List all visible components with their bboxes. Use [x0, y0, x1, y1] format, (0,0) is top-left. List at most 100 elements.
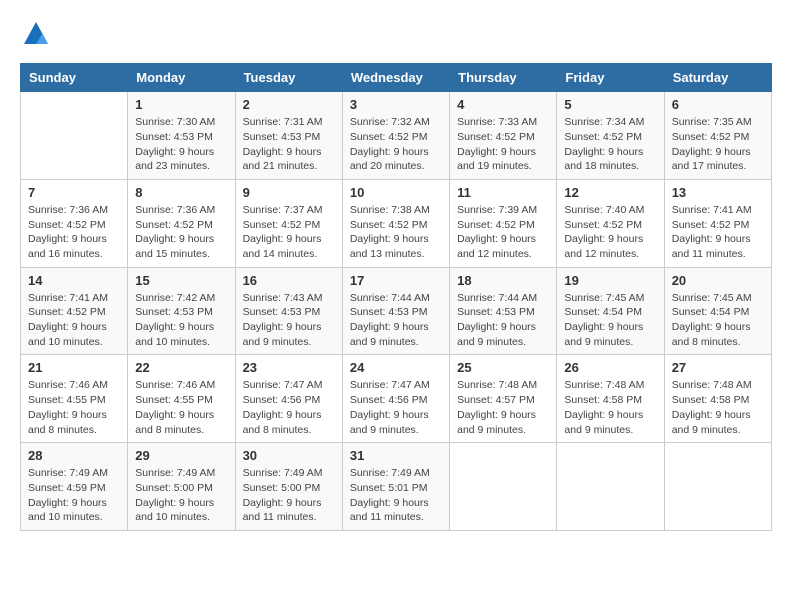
day-number: 12 [564, 185, 656, 200]
day-info: Sunrise: 7:48 AM Sunset: 4:57 PM Dayligh… [457, 378, 549, 437]
day-number: 26 [564, 360, 656, 375]
calendar-cell: 18 Sunrise: 7:44 AM Sunset: 4:53 PM Dayli… [450, 267, 557, 355]
day-number: 30 [243, 448, 335, 463]
day-number: 23 [243, 360, 335, 375]
day-number: 7 [28, 185, 120, 200]
day-info: Sunrise: 7:30 AM Sunset: 4:53 PM Dayligh… [135, 115, 227, 174]
day-info: Sunrise: 7:45 AM Sunset: 4:54 PM Dayligh… [672, 291, 764, 350]
calendar-cell: 20 Sunrise: 7:45 AM Sunset: 4:54 PM Dayli… [664, 267, 771, 355]
day-number: 21 [28, 360, 120, 375]
day-info: Sunrise: 7:38 AM Sunset: 4:52 PM Dayligh… [350, 203, 442, 262]
calendar-week-2: 7 Sunrise: 7:36 AM Sunset: 4:52 PM Daylig… [21, 179, 772, 267]
calendar-cell: 21 Sunrise: 7:46 AM Sunset: 4:55 PM Dayli… [21, 355, 128, 443]
calendar-cell: 5 Sunrise: 7:34 AM Sunset: 4:52 PM Daylig… [557, 92, 664, 180]
day-number: 9 [243, 185, 335, 200]
day-number: 4 [457, 97, 549, 112]
day-number: 8 [135, 185, 227, 200]
header-wednesday: Wednesday [342, 64, 449, 92]
day-info: Sunrise: 7:46 AM Sunset: 4:55 PM Dayligh… [28, 378, 120, 437]
calendar-cell: 8 Sunrise: 7:36 AM Sunset: 4:52 PM Daylig… [128, 179, 235, 267]
calendar-cell: 7 Sunrise: 7:36 AM Sunset: 4:52 PM Daylig… [21, 179, 128, 267]
page-header [20, 20, 772, 53]
day-number: 1 [135, 97, 227, 112]
day-number: 15 [135, 273, 227, 288]
calendar-table: SundayMondayTuesdayWednesdayThursdayFrid… [20, 63, 772, 531]
day-info: Sunrise: 7:32 AM Sunset: 4:52 PM Dayligh… [350, 115, 442, 174]
calendar-cell: 14Sunrise: 7:41 AM Sunset: 4:52 PM Dayli… [21, 267, 128, 355]
calendar-cell: 23Sunrise: 7:47 AM Sunset: 4:56 PM Dayli… [235, 355, 342, 443]
calendar-cell: 22Sunrise: 7:46 AM Sunset: 4:55 PM Dayli… [128, 355, 235, 443]
calendar-week-4: 21 Sunrise: 7:46 AM Sunset: 4:55 PM Dayli… [21, 355, 772, 443]
day-number: 14 [28, 273, 120, 288]
day-info: Sunrise: 7:34 AM Sunset: 4:52 PM Dayligh… [564, 115, 656, 174]
header-friday: Friday [557, 64, 664, 92]
calendar-header-row: SundayMondayTuesdayWednesdayThursdayFrid… [21, 64, 772, 92]
day-info: Sunrise: 7:43 AM Sunset: 4:53 PM Dayligh… [243, 291, 335, 350]
calendar-cell: 1 Sunrise: 7:30 AM Sunset: 4:53 PM Daylig… [128, 92, 235, 180]
logo-icon [22, 20, 50, 48]
day-number: 20 [672, 273, 764, 288]
day-number: 5 [564, 97, 656, 112]
calendar-cell: 13 Sunrise: 7:41 AM Sunset: 4:52 PM Dayli… [664, 179, 771, 267]
day-number: 24 [350, 360, 442, 375]
day-number: 29 [135, 448, 227, 463]
day-info: Sunrise: 7:36 AM Sunset: 4:52 PM Dayligh… [135, 203, 227, 262]
header-sunday: Sunday [21, 64, 128, 92]
day-number: 10 [350, 185, 442, 200]
day-number: 25 [457, 360, 549, 375]
logo [20, 20, 50, 53]
calendar-cell: 10 Sunrise: 7:38 AM Sunset: 4:52 PM Dayli… [342, 179, 449, 267]
day-info: Sunrise: 7:49 AM Sunset: 5:00 PM Dayligh… [135, 466, 227, 525]
day-info: Sunrise: 7:41 AM Sunset: 4:52 PM Dayligh… [672, 203, 764, 262]
day-number: 13 [672, 185, 764, 200]
day-info: Sunrise: 7:44 AM Sunset: 4:53 PM Dayligh… [457, 291, 549, 350]
day-info: Sunrise: 7:31 AM Sunset: 4:53 PM Dayligh… [243, 115, 335, 174]
day-info: Sunrise: 7:48 AM Sunset: 4:58 PM Dayligh… [564, 378, 656, 437]
calendar-cell: 24Sunrise: 7:47 AM Sunset: 4:56 PM Dayli… [342, 355, 449, 443]
day-number: 27 [672, 360, 764, 375]
calendar-cell: 12 Sunrise: 7:40 AM Sunset: 4:52 PM Dayli… [557, 179, 664, 267]
day-number: 28 [28, 448, 120, 463]
calendar-cell: 6 Sunrise: 7:35 AM Sunset: 4:52 PM Daylig… [664, 92, 771, 180]
day-info: Sunrise: 7:48 AM Sunset: 4:58 PM Dayligh… [672, 378, 764, 437]
day-number: 16 [243, 273, 335, 288]
day-info: Sunrise: 7:33 AM Sunset: 4:52 PM Dayligh… [457, 115, 549, 174]
day-info: Sunrise: 7:37 AM Sunset: 4:52 PM Dayligh… [243, 203, 335, 262]
header-saturday: Saturday [664, 64, 771, 92]
day-info: Sunrise: 7:45 AM Sunset: 4:54 PM Dayligh… [564, 291, 656, 350]
calendar-week-1: 1 Sunrise: 7:30 AM Sunset: 4:53 PM Daylig… [21, 92, 772, 180]
day-number: 22 [135, 360, 227, 375]
calendar-cell: 4 Sunrise: 7:33 AM Sunset: 4:52 PM Daylig… [450, 92, 557, 180]
calendar-week-3: 14Sunrise: 7:41 AM Sunset: 4:52 PM Dayli… [21, 267, 772, 355]
day-number: 3 [350, 97, 442, 112]
calendar-cell: 17 Sunrise: 7:44 AM Sunset: 4:53 PM Dayli… [342, 267, 449, 355]
calendar-cell: 28Sunrise: 7:49 AM Sunset: 4:59 PM Dayli… [21, 443, 128, 531]
calendar-cell: 31 Sunrise: 7:49 AM Sunset: 5:01 PM Dayli… [342, 443, 449, 531]
calendar-cell: 29 Sunrise: 7:49 AM Sunset: 5:00 PM Dayli… [128, 443, 235, 531]
calendar-cell: 30 Sunrise: 7:49 AM Sunset: 5:00 PM Dayli… [235, 443, 342, 531]
day-number: 2 [243, 97, 335, 112]
day-number: 18 [457, 273, 549, 288]
header-thursday: Thursday [450, 64, 557, 92]
day-info: Sunrise: 7:49 AM Sunset: 5:00 PM Dayligh… [243, 466, 335, 525]
calendar-cell [450, 443, 557, 531]
header-tuesday: Tuesday [235, 64, 342, 92]
day-number: 31 [350, 448, 442, 463]
day-info: Sunrise: 7:49 AM Sunset: 5:01 PM Dayligh… [350, 466, 442, 525]
day-number: 11 [457, 185, 549, 200]
day-number: 17 [350, 273, 442, 288]
day-number: 6 [672, 97, 764, 112]
day-info: Sunrise: 7:40 AM Sunset: 4:52 PM Dayligh… [564, 203, 656, 262]
calendar-cell: 11Sunrise: 7:39 AM Sunset: 4:52 PM Dayli… [450, 179, 557, 267]
day-info: Sunrise: 7:42 AM Sunset: 4:53 PM Dayligh… [135, 291, 227, 350]
calendar-cell: 15 Sunrise: 7:42 AM Sunset: 4:53 PM Dayli… [128, 267, 235, 355]
calendar-cell: 26 Sunrise: 7:48 AM Sunset: 4:58 PM Dayli… [557, 355, 664, 443]
day-info: Sunrise: 7:44 AM Sunset: 4:53 PM Dayligh… [350, 291, 442, 350]
day-info: Sunrise: 7:35 AM Sunset: 4:52 PM Dayligh… [672, 115, 764, 174]
calendar-cell [557, 443, 664, 531]
day-info: Sunrise: 7:36 AM Sunset: 4:52 PM Dayligh… [28, 203, 120, 262]
header-monday: Monday [128, 64, 235, 92]
calendar-cell: 19 Sunrise: 7:45 AM Sunset: 4:54 PM Dayli… [557, 267, 664, 355]
calendar-cell [664, 443, 771, 531]
day-number: 19 [564, 273, 656, 288]
